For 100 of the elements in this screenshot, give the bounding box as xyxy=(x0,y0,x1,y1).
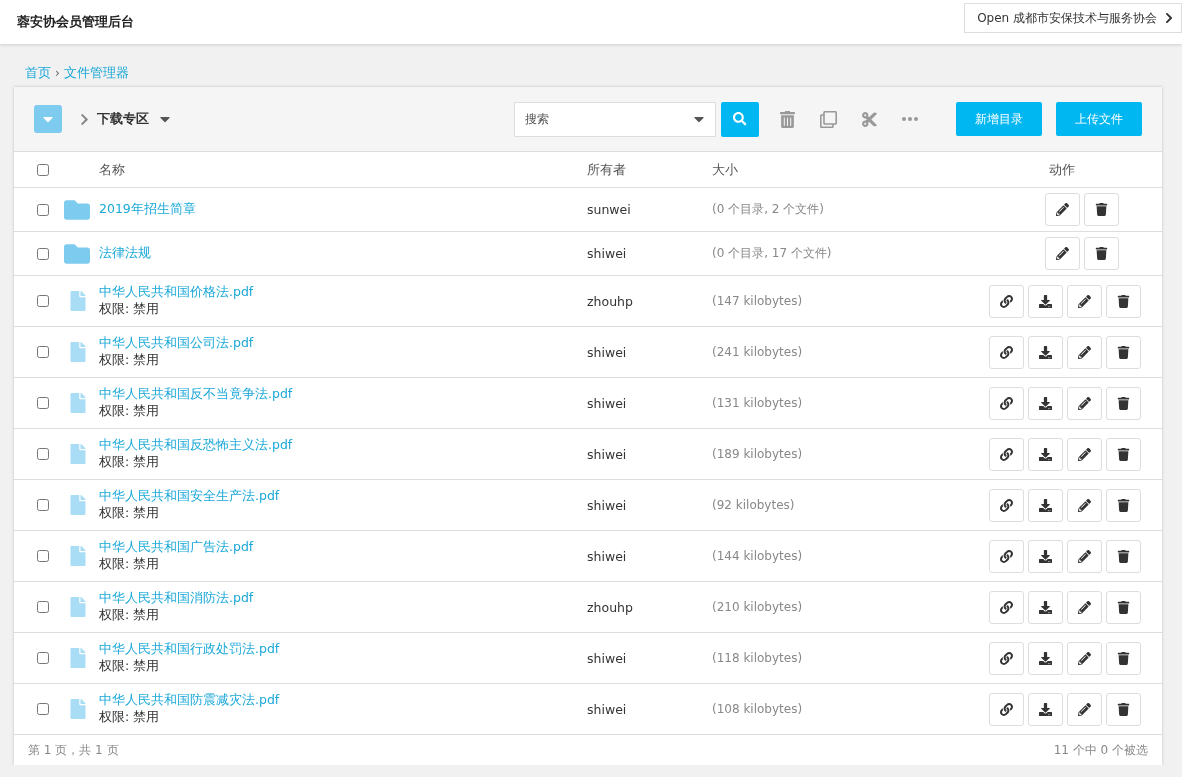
row-checkbox[interactable] xyxy=(37,499,49,511)
permission-text: 权限: 禁用 xyxy=(99,607,161,624)
edit-button[interactable] xyxy=(1067,335,1102,369)
size-text: (108 kilobytes) xyxy=(712,702,804,716)
edit-button[interactable] xyxy=(1067,590,1102,624)
file-name-link[interactable]: 中华人民共和国反不当竟争法.pdf xyxy=(99,386,587,403)
delete-button[interactable] xyxy=(1106,539,1141,573)
download-button[interactable] xyxy=(1028,437,1063,471)
link-button[interactable] xyxy=(989,590,1024,624)
trash-icon xyxy=(1095,203,1108,216)
delete-button[interactable] xyxy=(1106,284,1141,318)
download-button[interactable] xyxy=(1028,692,1063,726)
edit-button[interactable] xyxy=(1067,284,1102,318)
size-text: (210 kilobytes) xyxy=(712,600,804,614)
page-info: 第 1 页，共 1 页 xyxy=(28,741,119,759)
owner-text: shiwei xyxy=(587,497,628,513)
size-text: (118 kilobytes) xyxy=(712,651,804,665)
link-button[interactable] xyxy=(989,641,1024,675)
file-name-link[interactable]: 2019年招生简章 xyxy=(99,201,587,218)
file-name-link[interactable]: 中华人民共和国安全生产法.pdf xyxy=(99,488,587,505)
row-checkbox[interactable] xyxy=(37,295,49,307)
row-checkbox[interactable] xyxy=(37,448,49,460)
organization-button[interactable]: Open 成都市安保技术与服务协会 xyxy=(964,3,1182,33)
link-button[interactable] xyxy=(989,335,1024,369)
delete-button[interactable] xyxy=(1106,335,1141,369)
file-name-link[interactable]: 中华人民共和国公司法.pdf xyxy=(99,335,587,352)
link-icon xyxy=(1000,651,1013,665)
search-dropdown[interactable]: 搜索 xyxy=(514,101,716,137)
size-text: (189 kilobytes) xyxy=(712,447,804,461)
delete-button[interactable] xyxy=(1106,641,1141,675)
row-checkbox[interactable] xyxy=(37,703,49,715)
file-name-link[interactable]: 中华人民共和国反恐怖主义法.pdf xyxy=(99,437,587,454)
delete-button[interactable] xyxy=(1106,386,1141,420)
row-checkbox[interactable] xyxy=(37,247,49,260)
column-header: 名称 xyxy=(99,160,125,179)
breadcrumb-link[interactable]: 文件管理器 xyxy=(63,64,129,82)
file-name-link[interactable]: 中华人民共和国防震减灾法.pdf xyxy=(99,692,587,709)
delete-button[interactable] xyxy=(1084,193,1119,226)
link-button[interactable] xyxy=(989,386,1024,420)
edit-button[interactable] xyxy=(1067,692,1102,726)
pencil-icon xyxy=(1078,498,1091,512)
row-checkbox[interactable] xyxy=(37,550,49,562)
download-button[interactable] xyxy=(1028,284,1063,318)
toolbar-button[interactable]: 上传文件 xyxy=(1056,102,1142,136)
trash-icon xyxy=(1117,447,1130,461)
link-button[interactable] xyxy=(989,284,1024,318)
download-button[interactable] xyxy=(1028,386,1063,420)
chevron-icon xyxy=(1163,12,1175,24)
link-icon xyxy=(1000,447,1013,461)
download-button[interactable] xyxy=(1028,590,1063,624)
download-button[interactable] xyxy=(1028,539,1063,573)
toolbar-button[interactable]: 新增目录 xyxy=(956,102,1042,136)
file-name-link[interactable]: 中华人民共和国行政处罚法.pdf xyxy=(99,641,587,658)
edit-button[interactable] xyxy=(1067,437,1102,471)
row-checkbox[interactable] xyxy=(37,346,49,358)
edit-button[interactable] xyxy=(1045,237,1080,270)
edit-button[interactable] xyxy=(1067,641,1102,675)
file-name-link[interactable]: 中华人民共和国广告法.pdf xyxy=(99,539,587,556)
row-checkbox[interactable] xyxy=(37,203,49,216)
more-icon xyxy=(902,117,918,121)
delete-button[interactable] xyxy=(1106,437,1141,471)
link-button[interactable] xyxy=(989,692,1024,726)
edit-button[interactable] xyxy=(1067,386,1102,420)
select-all-checkbox[interactable] xyxy=(37,163,49,176)
download-button[interactable] xyxy=(1028,335,1063,369)
delete-button[interactable] xyxy=(1106,590,1141,624)
link-button[interactable] xyxy=(989,539,1024,573)
file-name-link[interactable]: 中华人民共和国价格法.pdf xyxy=(99,284,587,301)
download-icon xyxy=(1039,396,1052,410)
row-checkbox[interactable] xyxy=(37,397,49,409)
link-button[interactable] xyxy=(989,437,1024,471)
file-name-link[interactable]: 中华人民共和国消防法.pdf xyxy=(99,590,587,607)
edit-button[interactable] xyxy=(1067,539,1102,573)
edit-button[interactable] xyxy=(1045,193,1080,226)
download-button[interactable] xyxy=(1028,641,1063,675)
file-icon xyxy=(68,546,88,566)
row-checkbox[interactable] xyxy=(37,601,49,613)
download-button[interactable] xyxy=(1028,488,1063,522)
delete-button[interactable] xyxy=(1106,692,1141,726)
owner-text: shiwei xyxy=(587,548,628,564)
permission-text: 权限: 禁用 xyxy=(99,658,161,675)
size-text: (131 kilobytes) xyxy=(712,396,804,410)
link-icon xyxy=(1000,549,1013,563)
row-checkbox[interactable] xyxy=(37,652,49,664)
link-icon xyxy=(1000,702,1013,716)
delete-button[interactable] xyxy=(1084,237,1119,270)
permission-text: 权限: 禁用 xyxy=(99,709,161,726)
file-name-link[interactable]: 法律法规 xyxy=(99,245,587,262)
delete-button[interactable] xyxy=(1106,488,1141,522)
download-icon xyxy=(1039,447,1052,461)
owner-text: zhouhp xyxy=(587,599,634,615)
link-button[interactable] xyxy=(989,488,1024,522)
size-text: (144 kilobytes) xyxy=(712,549,804,563)
size-text: (0 个目录, 2 个文件) xyxy=(712,201,825,218)
owner-text: shiwei xyxy=(587,446,628,462)
breadcrumb-link[interactable]: 首页 xyxy=(25,64,51,82)
pencil-icon xyxy=(1078,294,1091,308)
edit-button[interactable] xyxy=(1067,488,1102,522)
file-icon xyxy=(68,699,88,719)
current-folder-name[interactable]: 下载专区 xyxy=(97,110,149,128)
